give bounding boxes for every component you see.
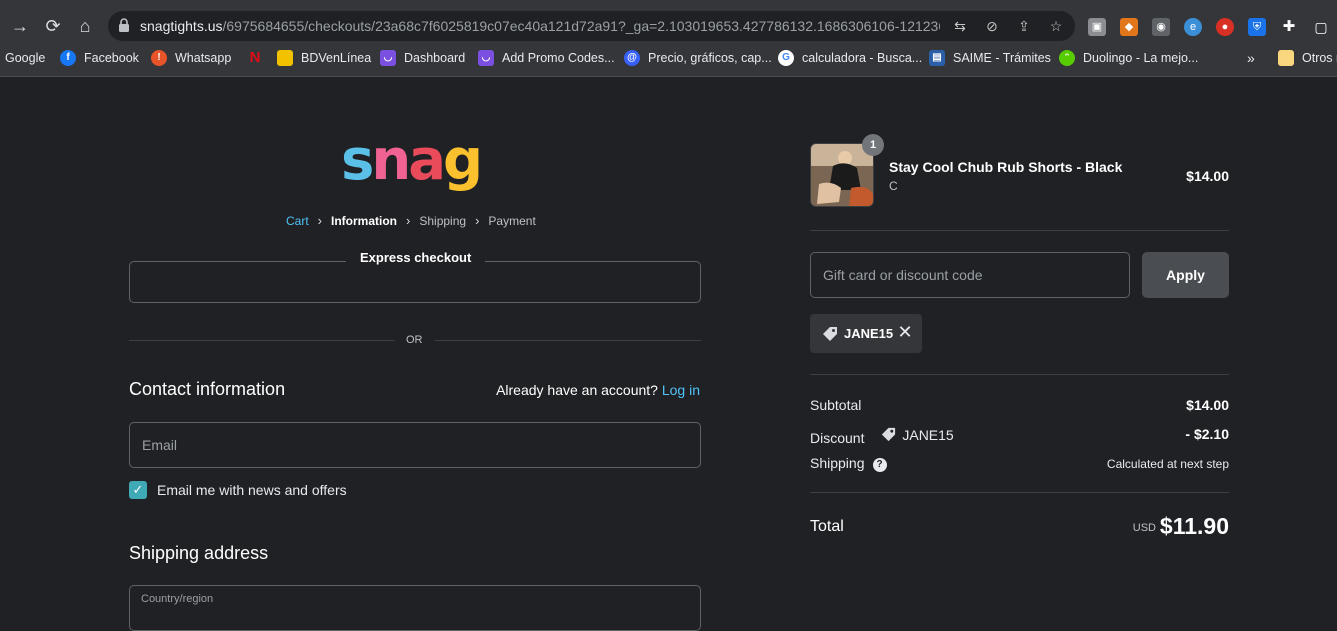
express-checkout-box[interactable] — [129, 261, 701, 303]
country-label: Country/region — [141, 593, 214, 605]
metamask-icon[interactable]: ◆ — [1120, 18, 1138, 36]
bdv-icon — [277, 50, 293, 66]
home-icon[interactable]: ⌂ — [73, 14, 97, 38]
discount-value: - $2.10 — [1185, 426, 1229, 442]
bookmark-saime[interactable]: ▤ SAIME - Trámites — [929, 48, 1051, 68]
extension-photo-icon[interactable]: ▣ — [1088, 18, 1106, 36]
bookmark-facebook[interactable]: f Facebook — [60, 48, 139, 68]
or-divider-left — [129, 340, 395, 341]
total-value: $11.90 — [1159, 513, 1229, 539]
dashboard-icon: ◡ — [380, 50, 396, 66]
breadcrumb-shipping: Shipping — [419, 213, 467, 228]
shipping-row: Shipping? — [810, 455, 887, 472]
promo-icon: ◡ — [478, 50, 494, 66]
bookmark-other-folder[interactable]: Otros m — [1278, 48, 1337, 68]
checkout-page: snag Cart › Information › Shipping › Pay… — [0, 77, 1337, 631]
or-label: OR — [406, 334, 423, 346]
discount-row: Discount JANE15 — [810, 426, 954, 447]
express-checkout-title: Express checkout — [346, 250, 486, 265]
lock-icon — [119, 18, 129, 32]
discount-label: Discount — [810, 430, 865, 446]
newsletter-checkbox[interactable]: ✓ — [129, 481, 147, 499]
account-prompt: Already have an account? Log in — [496, 382, 700, 398]
discount-code-tag: JANE15 — [880, 426, 954, 443]
bookmark-google[interactable]: Google — [5, 48, 45, 68]
bookmark-duolingo[interactable]: ᵔ Duolingo - La mejo... — [1059, 48, 1198, 68]
red-extension-icon[interactable]: ● — [1216, 18, 1234, 36]
summary-divider — [810, 230, 1229, 231]
browser-chrome: → ⟳ ⌂ snagtights.us/6975684655/checkouts… — [0, 0, 1337, 76]
whatsapp-icon: ! — [151, 50, 167, 66]
forward-icon[interactable]: → — [8, 14, 32, 38]
tag-icon — [882, 427, 896, 442]
product-name: Stay Cool Chub Rub Shorts - Black — [889, 159, 1123, 175]
tag-icon — [823, 326, 837, 341]
reload-icon[interactable]: ⟳ — [41, 14, 65, 38]
breadcrumb: Cart › Information › Shipping › Payment — [286, 213, 545, 228]
currency-code: USD — [1132, 522, 1156, 534]
bookmark-add-promo-codes[interactable]: ◡ Add Promo Codes... — [478, 48, 615, 68]
bookmark-netflix[interactable]: N — [247, 48, 271, 68]
sidebar-icon[interactable]: ▢ — [1312, 18, 1330, 36]
summary-divider — [810, 492, 1229, 493]
star-icon[interactable]: ☆ — [1047, 17, 1065, 35]
help-icon[interactable]: ? — [872, 458, 887, 472]
address-bar[interactable]: snagtights.us/6975684655/checkouts/23a68… — [108, 11, 1075, 41]
apply-button[interactable]: Apply — [1142, 252, 1229, 298]
owl-extension-icon[interactable]: ◉ — [1152, 18, 1170, 36]
country-select[interactable] — [129, 585, 701, 631]
total-label: Total — [810, 518, 844, 535]
newsletter-label: Email me with news and offers — [157, 482, 347, 498]
snag-logo[interactable]: snag — [341, 129, 491, 195]
discount-code: JANE15 — [902, 426, 954, 443]
facebook-icon: f — [60, 50, 76, 66]
bitwarden-icon[interactable]: ⛨ — [1248, 18, 1266, 36]
google-g-icon: G — [778, 50, 794, 66]
bookmarks-bar: Google f Facebook ! Whatsapp N BDVenLínea … — [0, 46, 1337, 70]
saime-icon: ▤ — [929, 50, 945, 66]
subtotal-value: $14.00 — [1186, 397, 1229, 413]
applied-discount-code: JANE15 — [844, 326, 894, 341]
contact-information-title: Contact information — [129, 379, 286, 399]
translate-icon[interactable]: ⇆ — [951, 17, 969, 35]
duolingo-icon: ᵔ — [1059, 50, 1075, 66]
coinmarket-icon: @ — [624, 50, 640, 66]
netflix-icon: N — [249, 49, 261, 66]
applied-discount-chip: JANE15 ✕ — [810, 314, 922, 353]
breadcrumb-payment: Payment — [488, 213, 536, 228]
chevron-right-icon: › — [406, 213, 411, 228]
discount-code-input[interactable] — [810, 252, 1130, 298]
breadcrumb-information: Information — [331, 213, 398, 228]
bookmark-bdvenlinea[interactable]: BDVenLínea — [277, 48, 371, 68]
bookmarks-overflow-icon[interactable]: » — [1247, 48, 1255, 68]
summary-divider — [810, 374, 1229, 375]
eye-off-icon[interactable]: ⊘ — [983, 17, 1001, 35]
chevron-right-icon: › — [317, 213, 323, 228]
bookmark-whatsapp[interactable]: ! Whatsapp — [151, 48, 231, 68]
bookmark-precio-graficos[interactable]: @ Precio, gráficos, cap... — [624, 48, 772, 68]
quantity-badge: 1 — [862, 134, 884, 156]
or-divider-right — [435, 340, 701, 341]
bookmark-dashboard[interactable]: ◡ Dashboard — [380, 48, 465, 68]
url-text: snagtights.us/6975684655/checkouts/23a68… — [140, 18, 940, 34]
edge-extension-icon[interactable]: e — [1184, 18, 1202, 36]
svg-text:snag: snag — [341, 129, 480, 193]
shipping-address-title: Shipping address — [129, 543, 269, 563]
folder-icon — [1278, 50, 1294, 66]
browser-toolbar: → ⟳ ⌂ snagtights.us/6975684655/checkouts… — [0, 8, 1337, 44]
breadcrumb-cart[interactable]: Cart — [286, 214, 309, 228]
subtotal-label: Subtotal — [810, 397, 862, 413]
shipping-label: Shipping — [810, 455, 865, 471]
chevron-right-icon: › — [475, 213, 480, 228]
shipping-value: Calculated at next step — [1106, 457, 1229, 471]
login-link[interactable]: Log in — [662, 382, 700, 398]
bookmark-calculadora[interactable]: Gcalculadora - Busca... — [778, 48, 922, 68]
email-field[interactable] — [129, 422, 701, 468]
product-variant: C — [889, 179, 898, 193]
product-price: $14.00 — [1186, 168, 1229, 184]
share-icon[interactable]: ⇪ — [1015, 17, 1033, 35]
remove-discount-icon[interactable]: ✕ — [896, 322, 914, 342]
puzzle-icon[interactable]: ✚ — [1280, 18, 1298, 36]
